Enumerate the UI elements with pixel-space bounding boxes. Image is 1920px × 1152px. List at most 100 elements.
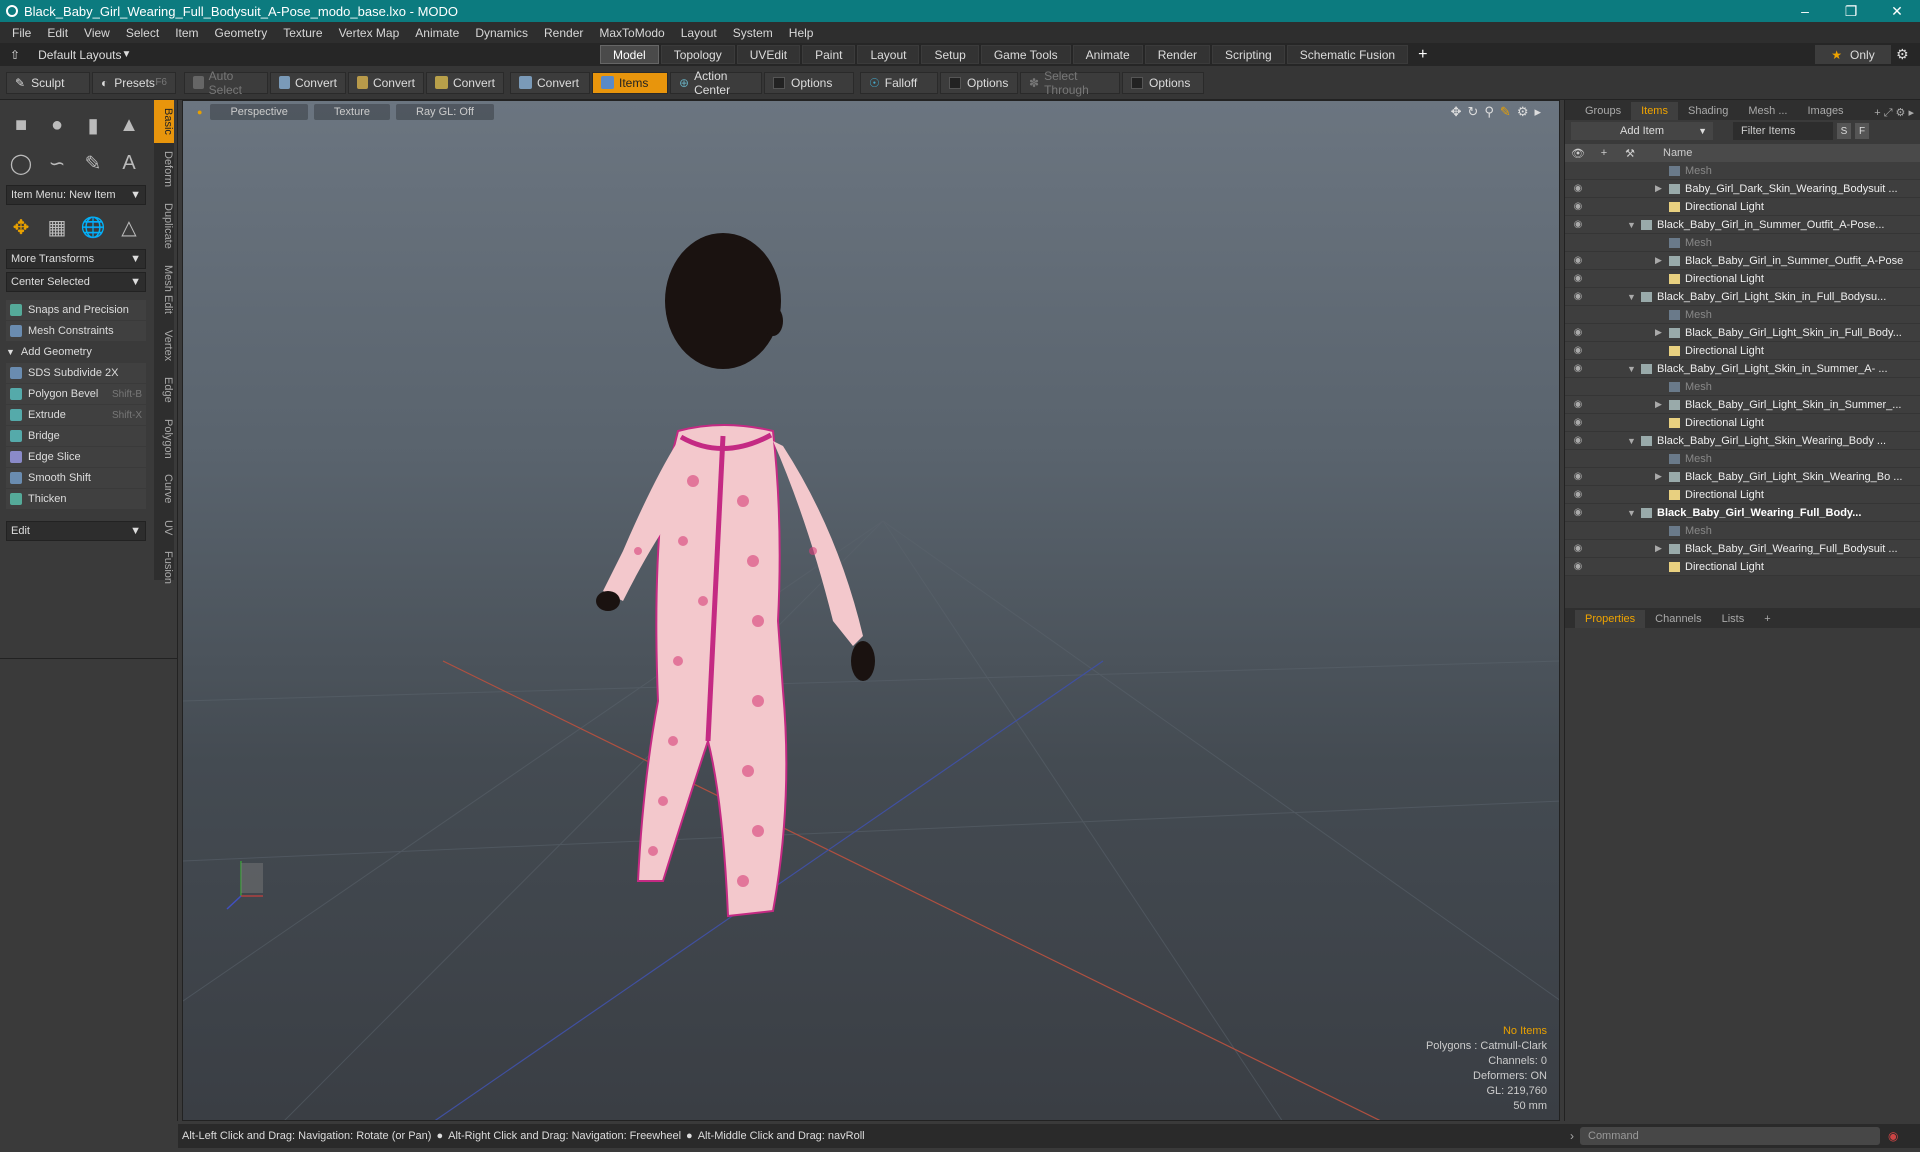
lock-icon[interactable]: + [1591, 147, 1617, 159]
options-button-1[interactable]: Options [764, 71, 854, 94]
menu-edit[interactable]: Edit [39, 26, 76, 40]
mesh-item-row[interactable]: ◉ ▶ Black_Baby_Girl_Light_Skin_in_Full_Bod… [1565, 324, 1920, 342]
visibility-eye-icon[interactable]: ◉ [1565, 363, 1591, 374]
items-mode-button[interactable]: Items [592, 71, 668, 94]
menu-file[interactable]: File [4, 26, 39, 40]
brush-icon[interactable]: ✎ [1500, 104, 1511, 120]
expand-triangle-icon[interactable]: ▼ [1627, 292, 1641, 302]
visibility-eye-icon[interactable]: ◉ [1565, 435, 1591, 446]
vtab-vertex[interactable]: Vertex [154, 322, 174, 369]
visibility-eye-icon[interactable]: ◉ [1565, 273, 1591, 284]
vtab-basic[interactable]: Basic [154, 100, 174, 143]
visibility-eye-icon[interactable]: ◉ [1565, 219, 1591, 230]
falloff-button[interactable]: ☉ Falloff [860, 71, 938, 94]
tab-render[interactable]: Render [1144, 45, 1211, 64]
add-tab-icon[interactable]: + [1418, 46, 1427, 64]
extrude-button[interactable]: Extrude Shift-X [6, 405, 146, 425]
menu-layout[interactable]: Layout [673, 26, 725, 40]
expand-triangle-icon[interactable]: ▶ [1655, 183, 1669, 194]
vtab-fusion[interactable]: Fusion [154, 543, 174, 592]
auto-select-button[interactable]: Auto Select [184, 69, 268, 97]
cone-primitive-icon[interactable]: ▲ [114, 110, 144, 140]
select-through-button[interactable]: ✽ Select Through [1020, 69, 1120, 97]
mesh-row[interactable]: Mesh [1565, 522, 1920, 540]
presets-button[interactable]: ◐ Presets F6 [92, 71, 176, 94]
mesh-item-row[interactable]: ◉ ▶ Black_Baby_Girl_in_Summer_Outfit_A-Pos… [1565, 252, 1920, 270]
gear-icon[interactable]: ⚙ [1517, 104, 1529, 120]
tab-items[interactable]: Items [1631, 102, 1678, 120]
vtab-duplicate[interactable]: Duplicate [154, 195, 174, 257]
capsule-primitive-icon[interactable]: ∽ [42, 148, 72, 178]
mesh-constraints-button[interactable]: Mesh Constraints [6, 321, 146, 341]
name-column-header[interactable]: Name [1643, 147, 1692, 159]
light-row[interactable]: ◉ Directional Light [1565, 486, 1920, 504]
edit-dropdown[interactable]: Edit ▼ [6, 521, 146, 541]
vtab-deform[interactable]: Deform [154, 143, 174, 195]
visibility-eye-icon[interactable]: ◉ [1565, 489, 1591, 500]
expand-triangle-icon[interactable]: ▼ [1627, 220, 1641, 230]
visibility-eye-icon[interactable]: ◉ [1565, 399, 1591, 410]
expand-triangle-icon[interactable]: ▶ [1655, 471, 1669, 482]
viewport-menu-dot[interactable]: ● [197, 107, 202, 117]
command-input[interactable]: Command [1580, 1127, 1880, 1145]
zoom-icon[interactable]: ⚲ [1484, 104, 1494, 120]
add-item-button[interactable]: Add Item ▼ [1571, 122, 1713, 140]
visibility-eye-icon[interactable]: ◉ [1565, 183, 1591, 194]
menu-render[interactable]: Render [536, 26, 591, 40]
mesh-row[interactable]: Mesh [1565, 450, 1920, 468]
center-selected-dropdown[interactable]: Center Selected ▼ [6, 272, 146, 292]
light-row[interactable]: ◉ Directional Light [1565, 558, 1920, 576]
f-button[interactable]: F [1855, 123, 1869, 139]
scene-row[interactable]: ◉ ▼ Black_Baby_Girl_Wearing_Full_Body... [1565, 504, 1920, 522]
scene-row[interactable]: ◉ ▼ Black_Baby_Girl_Light_Skin_Wearing_Bod… [1565, 432, 1920, 450]
menu-help[interactable]: Help [781, 26, 822, 40]
tab-properties[interactable]: Properties [1575, 610, 1646, 628]
rotate-icon[interactable]: ↻ [1467, 104, 1478, 120]
menu-geometry[interactable]: Geometry [207, 26, 276, 40]
tab-setup[interactable]: Setup [921, 45, 979, 64]
pyramid-icon[interactable]: △ [114, 212, 144, 242]
visibility-eye-icon[interactable]: ◉ [1565, 345, 1591, 356]
view-type-tab[interactable]: Perspective [210, 104, 308, 120]
sphere-primitive-icon[interactable]: ● [42, 110, 72, 140]
convert-vertices-button[interactable]: Convert [270, 71, 346, 94]
tab-model[interactable]: Model [600, 45, 659, 64]
more-transforms-dropdown[interactable]: More Transforms ▼ [6, 249, 146, 269]
item-menu-dropdown[interactable]: Item Menu: New Item ▼ [6, 185, 146, 205]
tab-paint[interactable]: Paint [802, 45, 856, 64]
filter-items-input[interactable]: Filter Items [1733, 122, 1833, 140]
light-row[interactable]: ◉ Directional Light [1565, 270, 1920, 288]
visibility-eye-icon[interactable]: ◉ [1565, 561, 1591, 572]
menu-select[interactable]: Select [118, 26, 167, 40]
expand-triangle-icon[interactable]: ▼ [1627, 364, 1641, 374]
mesh-item-row[interactable]: ◉ ▶ Black_Baby_Girl_Light_Skin_in_Summer_.… [1565, 396, 1920, 414]
text-tool-icon[interactable]: A [114, 148, 144, 178]
options-button-2[interactable]: Options [940, 71, 1018, 94]
visibility-eye-icon[interactable]: ◉ [1565, 507, 1591, 518]
tab-channels[interactable]: Channels [1645, 610, 1711, 628]
tab-scripting[interactable]: Scripting [1212, 45, 1285, 64]
cube-primitive-icon[interactable]: ■ [6, 110, 36, 140]
sds-subdivide-button[interactable]: SDS Subdivide 2X [6, 363, 146, 383]
expand-triangle-icon[interactable]: ▶ [1655, 255, 1669, 266]
snaps-precision-button[interactable]: Snaps and Precision [6, 300, 146, 320]
scene-row[interactable]: ◉ ▼ Black_Baby_Girl_in_Summer_Outfit_A-Pos… [1565, 216, 1920, 234]
tab-groups[interactable]: Groups [1575, 102, 1631, 120]
visibility-eye-icon[interactable]: ◉ [1565, 291, 1591, 302]
expand-triangle-icon[interactable]: ▶ [1655, 543, 1669, 554]
shading-tab[interactable]: Texture [313, 104, 390, 120]
scene-row[interactable]: ◉ ▼ Black_Baby_Girl_Light_Skin_in_Full_Bod… [1565, 288, 1920, 306]
menu-dynamics[interactable]: Dynamics [467, 26, 536, 40]
add-geometry-header[interactable]: ▼ Add Geometry [6, 343, 171, 361]
tab-topology[interactable]: Topology [660, 45, 735, 64]
grid-icon[interactable]: ▦ [42, 212, 72, 242]
globe-icon[interactable]: 🌐 [78, 212, 108, 242]
expand-triangle-icon[interactable]: ▼ [1627, 436, 1641, 446]
tab-game-tools[interactable]: Game Tools [980, 45, 1071, 64]
only-button[interactable]: ★ Only [1815, 45, 1891, 64]
menu-vertex-map[interactable]: Vertex Map [331, 26, 408, 40]
tab-mesh[interactable]: Mesh ... [1738, 102, 1797, 120]
convert-edges-button[interactable]: Convert [348, 71, 424, 94]
visibility-eye-icon[interactable]: ◉ [1565, 255, 1591, 266]
play-icon[interactable]: ▸ [1534, 104, 1541, 120]
